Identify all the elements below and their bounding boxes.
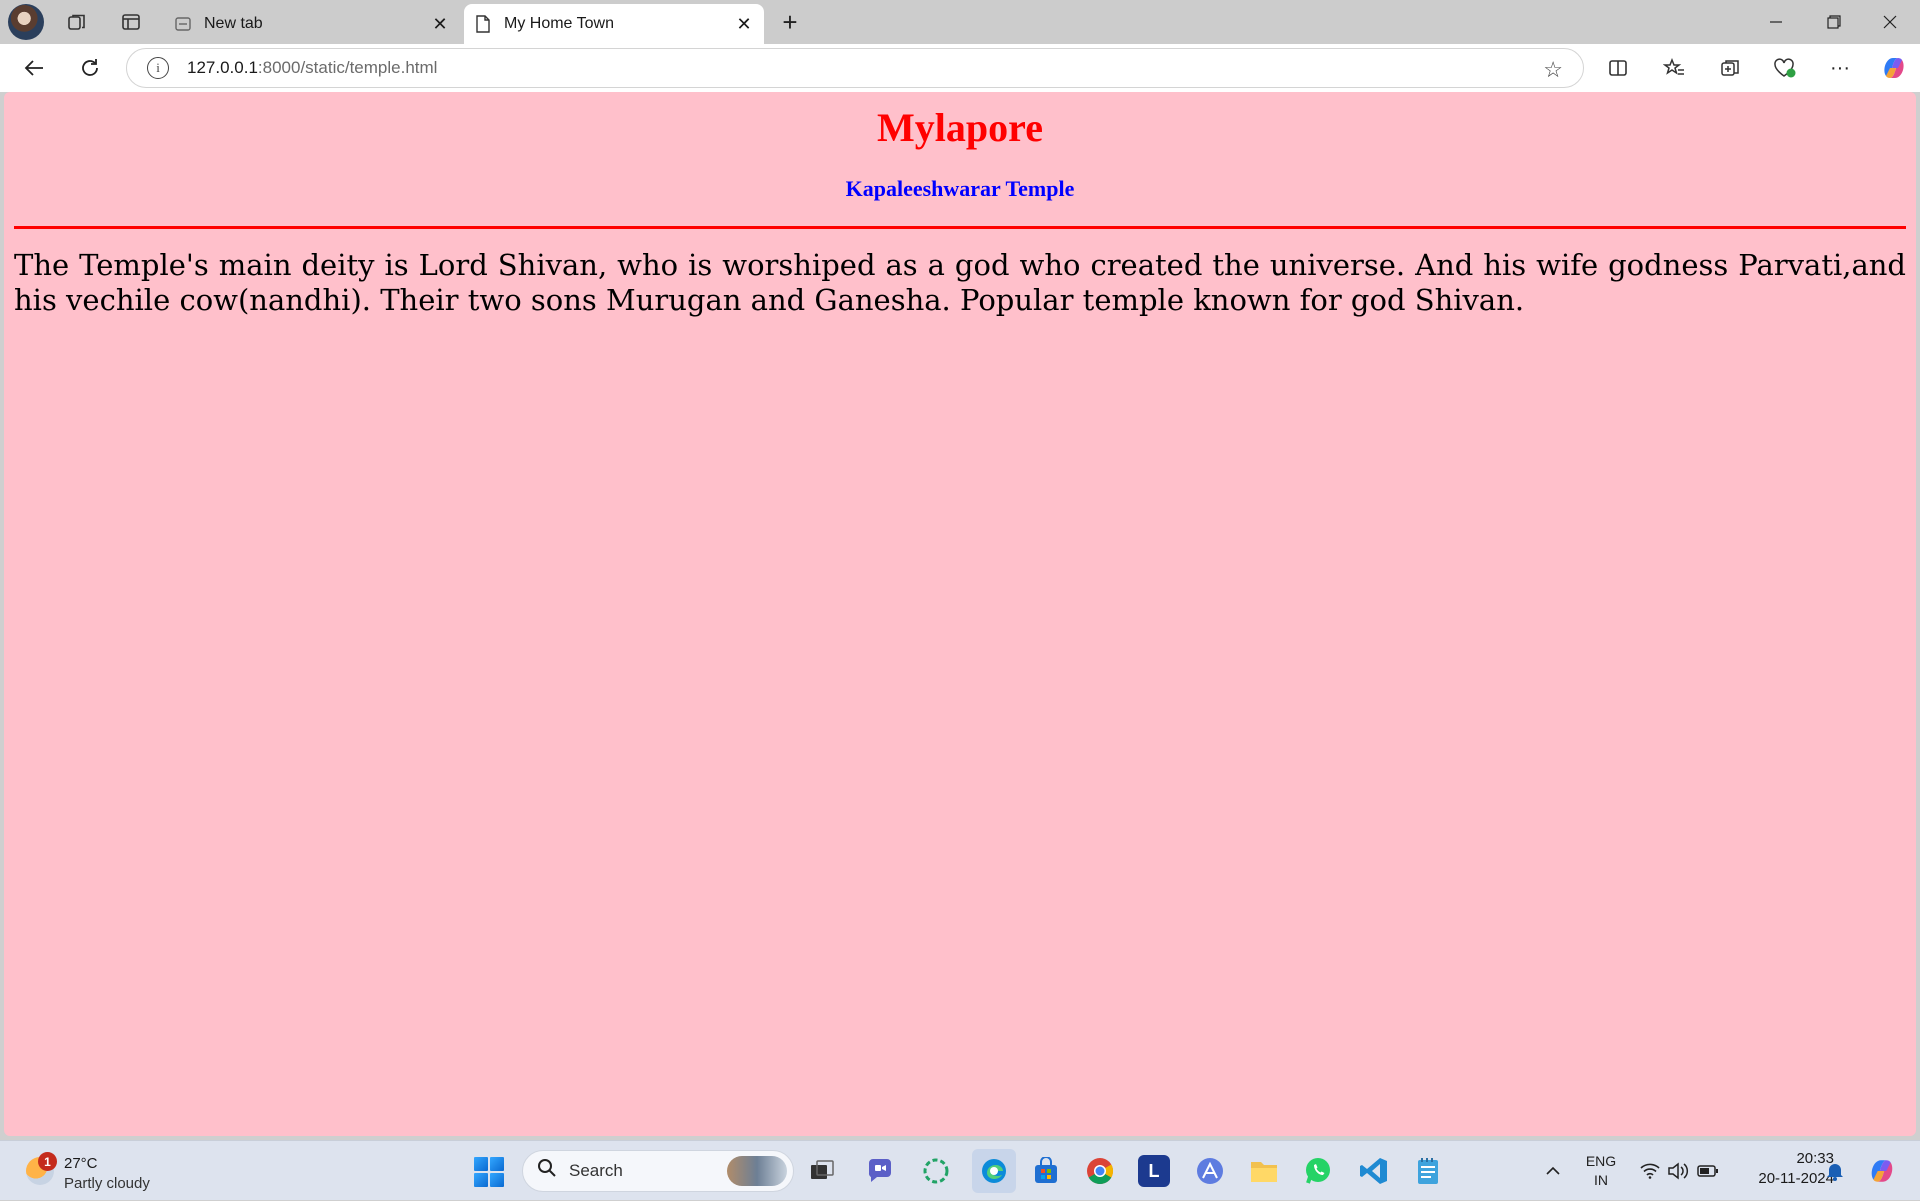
workspaces-icon[interactable] [62, 8, 92, 36]
show-hidden-icons-chevron-icon[interactable] [1536, 1141, 1570, 1201]
favorites-icon[interactable] [1660, 54, 1688, 82]
temple-description: The Temple's main deity is Lord Shivan, … [14, 248, 1906, 317]
teams-chat-icon[interactable] [862, 1153, 898, 1189]
vscode-icon[interactable] [1356, 1153, 1392, 1189]
vertical-tabs-icon[interactable] [116, 8, 146, 36]
url-path: :8000/static/temple.html [257, 58, 438, 77]
restore-icon[interactable] [1806, 0, 1862, 44]
l-app-icon[interactable]: L [1138, 1155, 1170, 1187]
url-text[interactable]: 127.0.0.1:8000/static/temple.html [187, 58, 437, 78]
tab-title: New tab [204, 15, 263, 32]
file-explorer-icon[interactable] [1246, 1153, 1282, 1189]
notepad-icon[interactable] [1410, 1153, 1446, 1189]
windows-taskbar: 1 27°C Partly cloudy Search L ENG IN 20:… [0, 1140, 1920, 1200]
search-label: Search [569, 1161, 623, 1180]
input-language-indicator[interactable]: ENG IN [1578, 1141, 1624, 1201]
close-tab-icon[interactable]: ✕ [426, 10, 454, 38]
back-arrow-icon[interactable] [18, 52, 50, 84]
region-code: IN [1594, 1172, 1608, 1188]
wifi-icon[interactable] [1636, 1141, 1664, 1201]
weather-temperature: 27°C [64, 1155, 98, 1172]
collections-icon[interactable] [1716, 54, 1744, 82]
refresh-icon[interactable] [74, 52, 106, 84]
copilot-taskbar-icon[interactable] [1862, 1141, 1902, 1201]
whatsapp-icon[interactable] [1300, 1153, 1336, 1189]
search-highlight-image [727, 1156, 787, 1186]
minimize-icon[interactable] [1748, 0, 1804, 44]
browser-toolbar: i 127.0.0.1:8000/static/temple.html ☆ ··… [0, 44, 1920, 92]
copilot-icon[interactable] [1878, 52, 1910, 84]
page-subheading: Kapaleeshwarar Temple [845, 176, 1075, 201]
close-tab-icon[interactable]: ✕ [730, 10, 758, 38]
close-window-icon[interactable] [1862, 0, 1918, 44]
task-view-icon[interactable] [804, 1153, 840, 1189]
microsoft-store-icon[interactable] [1028, 1153, 1064, 1189]
start-button-windows-icon[interactable] [474, 1157, 504, 1187]
notification-bell-icon[interactable] [1822, 1141, 1848, 1201]
page-heading: Mylapore [877, 105, 1043, 150]
tab-new-tab[interactable]: New tab ✕ [164, 4, 460, 44]
language-code: ENG [1585, 1153, 1617, 1169]
triangle-app-icon[interactable] [1192, 1153, 1228, 1189]
more-options-icon[interactable]: ··· [1826, 54, 1854, 82]
browser-essentials-icon[interactable] [1770, 54, 1798, 82]
tab-my-home-town[interactable]: My Home Town ✕ [464, 4, 764, 44]
tab-title: My Home Town [504, 15, 614, 32]
taskbar-search-box[interactable]: Search [522, 1150, 794, 1192]
new-tab-page-icon [174, 15, 192, 33]
page-viewport: Mylapore Kapaleeshwarar Temple The Templ… [4, 92, 1916, 1136]
page-icon [474, 15, 492, 33]
favorite-star-icon[interactable]: ☆ [1543, 57, 1563, 83]
new-tab-plus-icon[interactable]: + [776, 7, 804, 37]
notification-badge: 1 [38, 1152, 57, 1171]
browser-tab-bar: New tab ✕ My Home Town ✕ + [0, 0, 1920, 44]
profile-avatar[interactable] [8, 4, 44, 40]
battery-icon[interactable] [1694, 1141, 1722, 1201]
loading-circle-app-icon[interactable] [918, 1153, 954, 1189]
horizontal-rule [14, 226, 1906, 229]
search-icon [537, 1158, 557, 1184]
split-screen-icon[interactable] [1604, 54, 1632, 82]
url-host: 127.0.0.1 [187, 58, 258, 77]
weather-condition: Partly cloudy [64, 1175, 150, 1192]
site-info-icon[interactable]: i [147, 57, 169, 79]
chrome-icon[interactable] [1082, 1153, 1118, 1189]
volume-icon[interactable] [1664, 1141, 1692, 1201]
edge-browser-icon[interactable] [972, 1149, 1016, 1193]
address-bar[interactable]: i 127.0.0.1:8000/static/temple.html ☆ [126, 48, 1584, 88]
weather-widget[interactable]: 1 27°C Partly cloudy [22, 1147, 182, 1195]
